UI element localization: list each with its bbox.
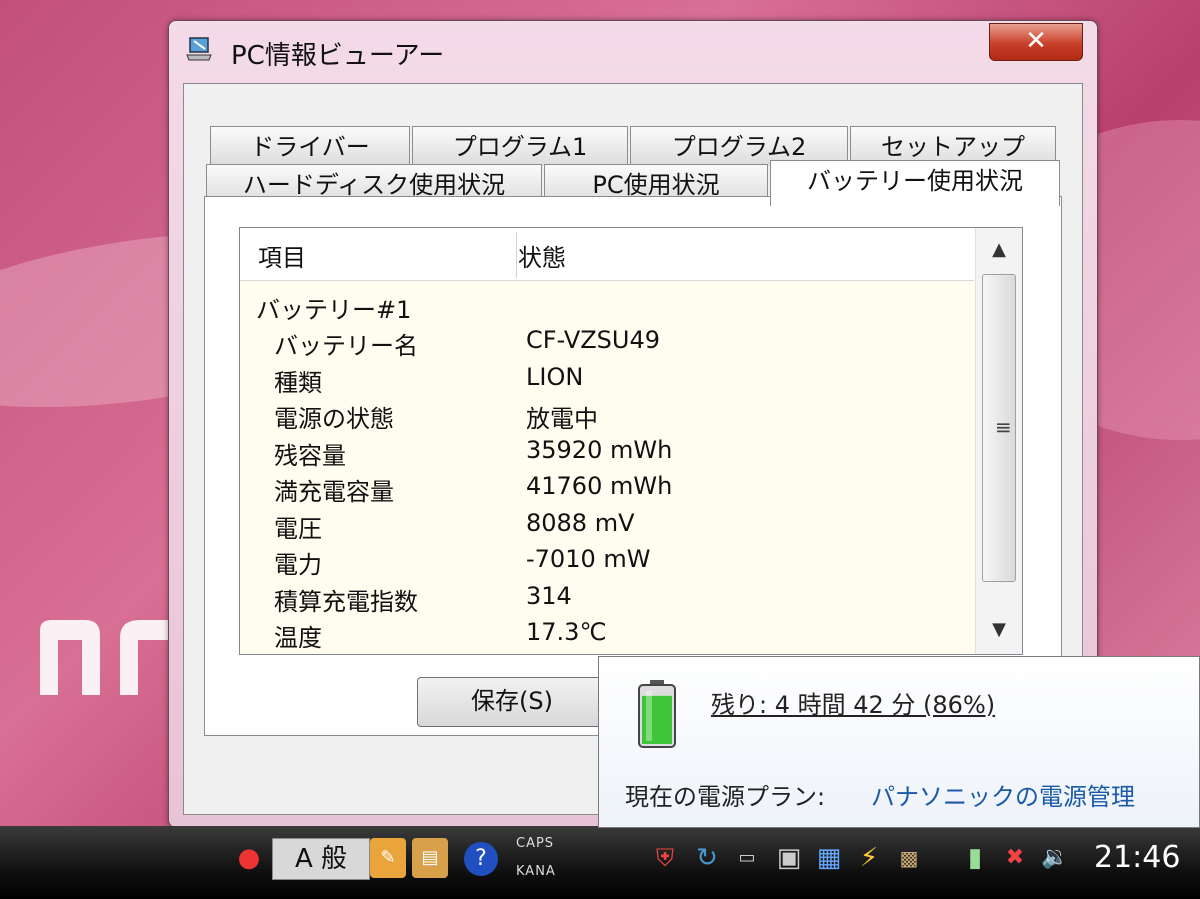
power-plan-link[interactable]: パナソニックの電源管理 xyxy=(871,777,1135,812)
tab-label: バッテリー使用状況 xyxy=(807,167,1023,195)
ime-kanji-indicator[interactable]: 般 xyxy=(321,844,347,874)
row-label: 温度 xyxy=(274,624,322,652)
security-shield-icon[interactable]: ⛨ xyxy=(648,838,682,878)
scroll-grip-icon: ≡ xyxy=(995,415,1012,439)
group-label: バッテリー#1 xyxy=(256,296,412,324)
close-button[interactable]: ✕ xyxy=(989,23,1083,61)
taskbar-clock[interactable]: 21:46 xyxy=(1094,840,1180,875)
table-row[interactable]: 電源の状態 放電中 xyxy=(240,395,974,433)
row-value: 17.3℃ xyxy=(526,618,607,646)
tab-label: ドライバー xyxy=(250,133,370,161)
tab-driver[interactable]: ドライバー xyxy=(210,126,410,166)
battery-remaining-link[interactable]: 残り: 4 時間 42 分 (86%) xyxy=(711,685,995,720)
battery-tab-panel: 項目 状態 バッテリー#1 バッテリー名 CF-VZSU49 種類 LION 電源の状態… xyxy=(204,196,1062,736)
power-plan-label: 現在の電源プラン: xyxy=(625,783,826,811)
display-icon[interactable]: ▣ xyxy=(772,838,806,878)
power-manager-icon[interactable]: ⚡ xyxy=(852,838,886,878)
row-label: 電力 xyxy=(274,551,322,579)
network-activity-icon[interactable]: ▩ xyxy=(892,838,926,878)
tab-program1[interactable]: プログラム1 xyxy=(412,126,628,166)
row-value: 314 xyxy=(526,581,572,610)
ime-tool-icon[interactable]: ✎ xyxy=(370,838,406,878)
tab-label: ハードディスク使用状況 xyxy=(242,171,506,199)
table-row[interactable]: 電圧 8088 mV xyxy=(240,505,974,543)
taskbar: ● A 般 ✎ ▤ ? CAPS KANA ⛨ ↻ ▭ ▣ ▦ ⚡ ▩ ▮ ✖ … xyxy=(0,826,1200,899)
tab-label: セットアップ xyxy=(881,133,1025,161)
row-label: バッテリー名 xyxy=(274,332,418,360)
network-disconnected-icon[interactable]: ✖ xyxy=(998,838,1032,878)
tab-label: PC使用状況 xyxy=(592,171,720,199)
ime-dictionary-icon[interactable]: ▤ xyxy=(412,838,448,878)
table-row[interactable]: 電力 -7010 mW xyxy=(240,541,974,579)
row-label: 満充電容量 xyxy=(274,478,394,506)
ime-bar[interactable]: A 般 xyxy=(272,838,370,880)
wallpaper-logo xyxy=(40,620,180,695)
kana-indicator: KANA xyxy=(516,864,556,879)
row-label: 電圧 xyxy=(274,514,322,543)
bluetooth-icon[interactable]: ▦ xyxy=(812,838,846,878)
table-row[interactable]: 満充電容量 41760 mWh xyxy=(240,468,974,506)
row-label: 電源の状態 xyxy=(274,405,394,433)
row-value: LION xyxy=(526,362,584,391)
tab-label: プログラム1 xyxy=(452,133,588,161)
table-row[interactable]: バッテリー名 CF-VZSU49 xyxy=(240,322,974,360)
table-row[interactable]: 温度 17.3℃ xyxy=(240,614,974,652)
volume-icon[interactable]: 🔉 xyxy=(1038,838,1072,878)
battery-icon xyxy=(638,680,676,748)
column-header-item[interactable]: 項目 xyxy=(258,238,306,273)
row-value: 放電中 xyxy=(526,405,598,433)
list-group-row[interactable]: バッテリー#1 xyxy=(240,286,974,324)
scroll-down-arrow-icon[interactable]: ▼ xyxy=(976,610,1022,650)
list-header: 項目 状態 xyxy=(240,228,974,281)
row-value: -7010 mW xyxy=(526,545,651,573)
save-button[interactable]: 保存(S) xyxy=(417,677,607,727)
app-laptop-icon xyxy=(186,37,212,61)
table-row[interactable]: 積算充電指数 314 xyxy=(240,578,974,616)
scroll-up-arrow-icon[interactable]: ▲ xyxy=(976,230,1022,270)
row-label: 積算充電指数 xyxy=(274,587,418,616)
table-row[interactable]: 種類 LION xyxy=(240,359,974,397)
table-row[interactable]: 残容量 35920 mWh xyxy=(240,432,974,470)
battery-tray-icon[interactable]: ▮ xyxy=(960,838,990,878)
row-value: 8088 mV xyxy=(526,508,635,537)
row-label: 残容量 xyxy=(274,441,346,470)
tab-label: プログラム2 xyxy=(671,133,807,161)
scroll-thumb[interactable]: ≡ xyxy=(982,274,1016,582)
sync-icon[interactable]: ↻ xyxy=(690,838,724,878)
vertical-scrollbar[interactable]: ▲ ≡ ▼ xyxy=(975,228,1022,654)
caps-indicator: CAPS xyxy=(516,836,555,851)
battery-info-list[interactable]: 項目 状態 バッテリー#1 バッテリー名 CF-VZSU49 種類 LION 電源の状態… xyxy=(239,227,1023,655)
battery-status-popup: 残り: 4 時間 42 分 (86%) 現在の電源プラン: パナソニックの電源管… xyxy=(598,656,1200,828)
title-bar[interactable]: PC情報ビューアー ✕ xyxy=(169,21,1097,79)
alert-pin-icon[interactable]: ● xyxy=(232,838,266,878)
window-title: PC情報ビューアー xyxy=(231,41,445,71)
column-header-status[interactable]: 状態 xyxy=(518,238,566,273)
row-label: 種類 xyxy=(274,368,322,397)
column-divider[interactable] xyxy=(516,232,517,278)
row-value: 35920 mWh xyxy=(526,435,673,464)
row-value: CF-VZSU49 xyxy=(526,326,661,354)
ime-help-icon[interactable]: ? xyxy=(464,842,498,876)
ime-mode-indicator[interactable]: A xyxy=(295,844,313,874)
usb-device-icon[interactable]: ▭ xyxy=(730,838,764,878)
tab-battery-usage[interactable]: バッテリー使用状況 xyxy=(770,160,1060,206)
row-value: 41760 mWh xyxy=(526,472,673,500)
